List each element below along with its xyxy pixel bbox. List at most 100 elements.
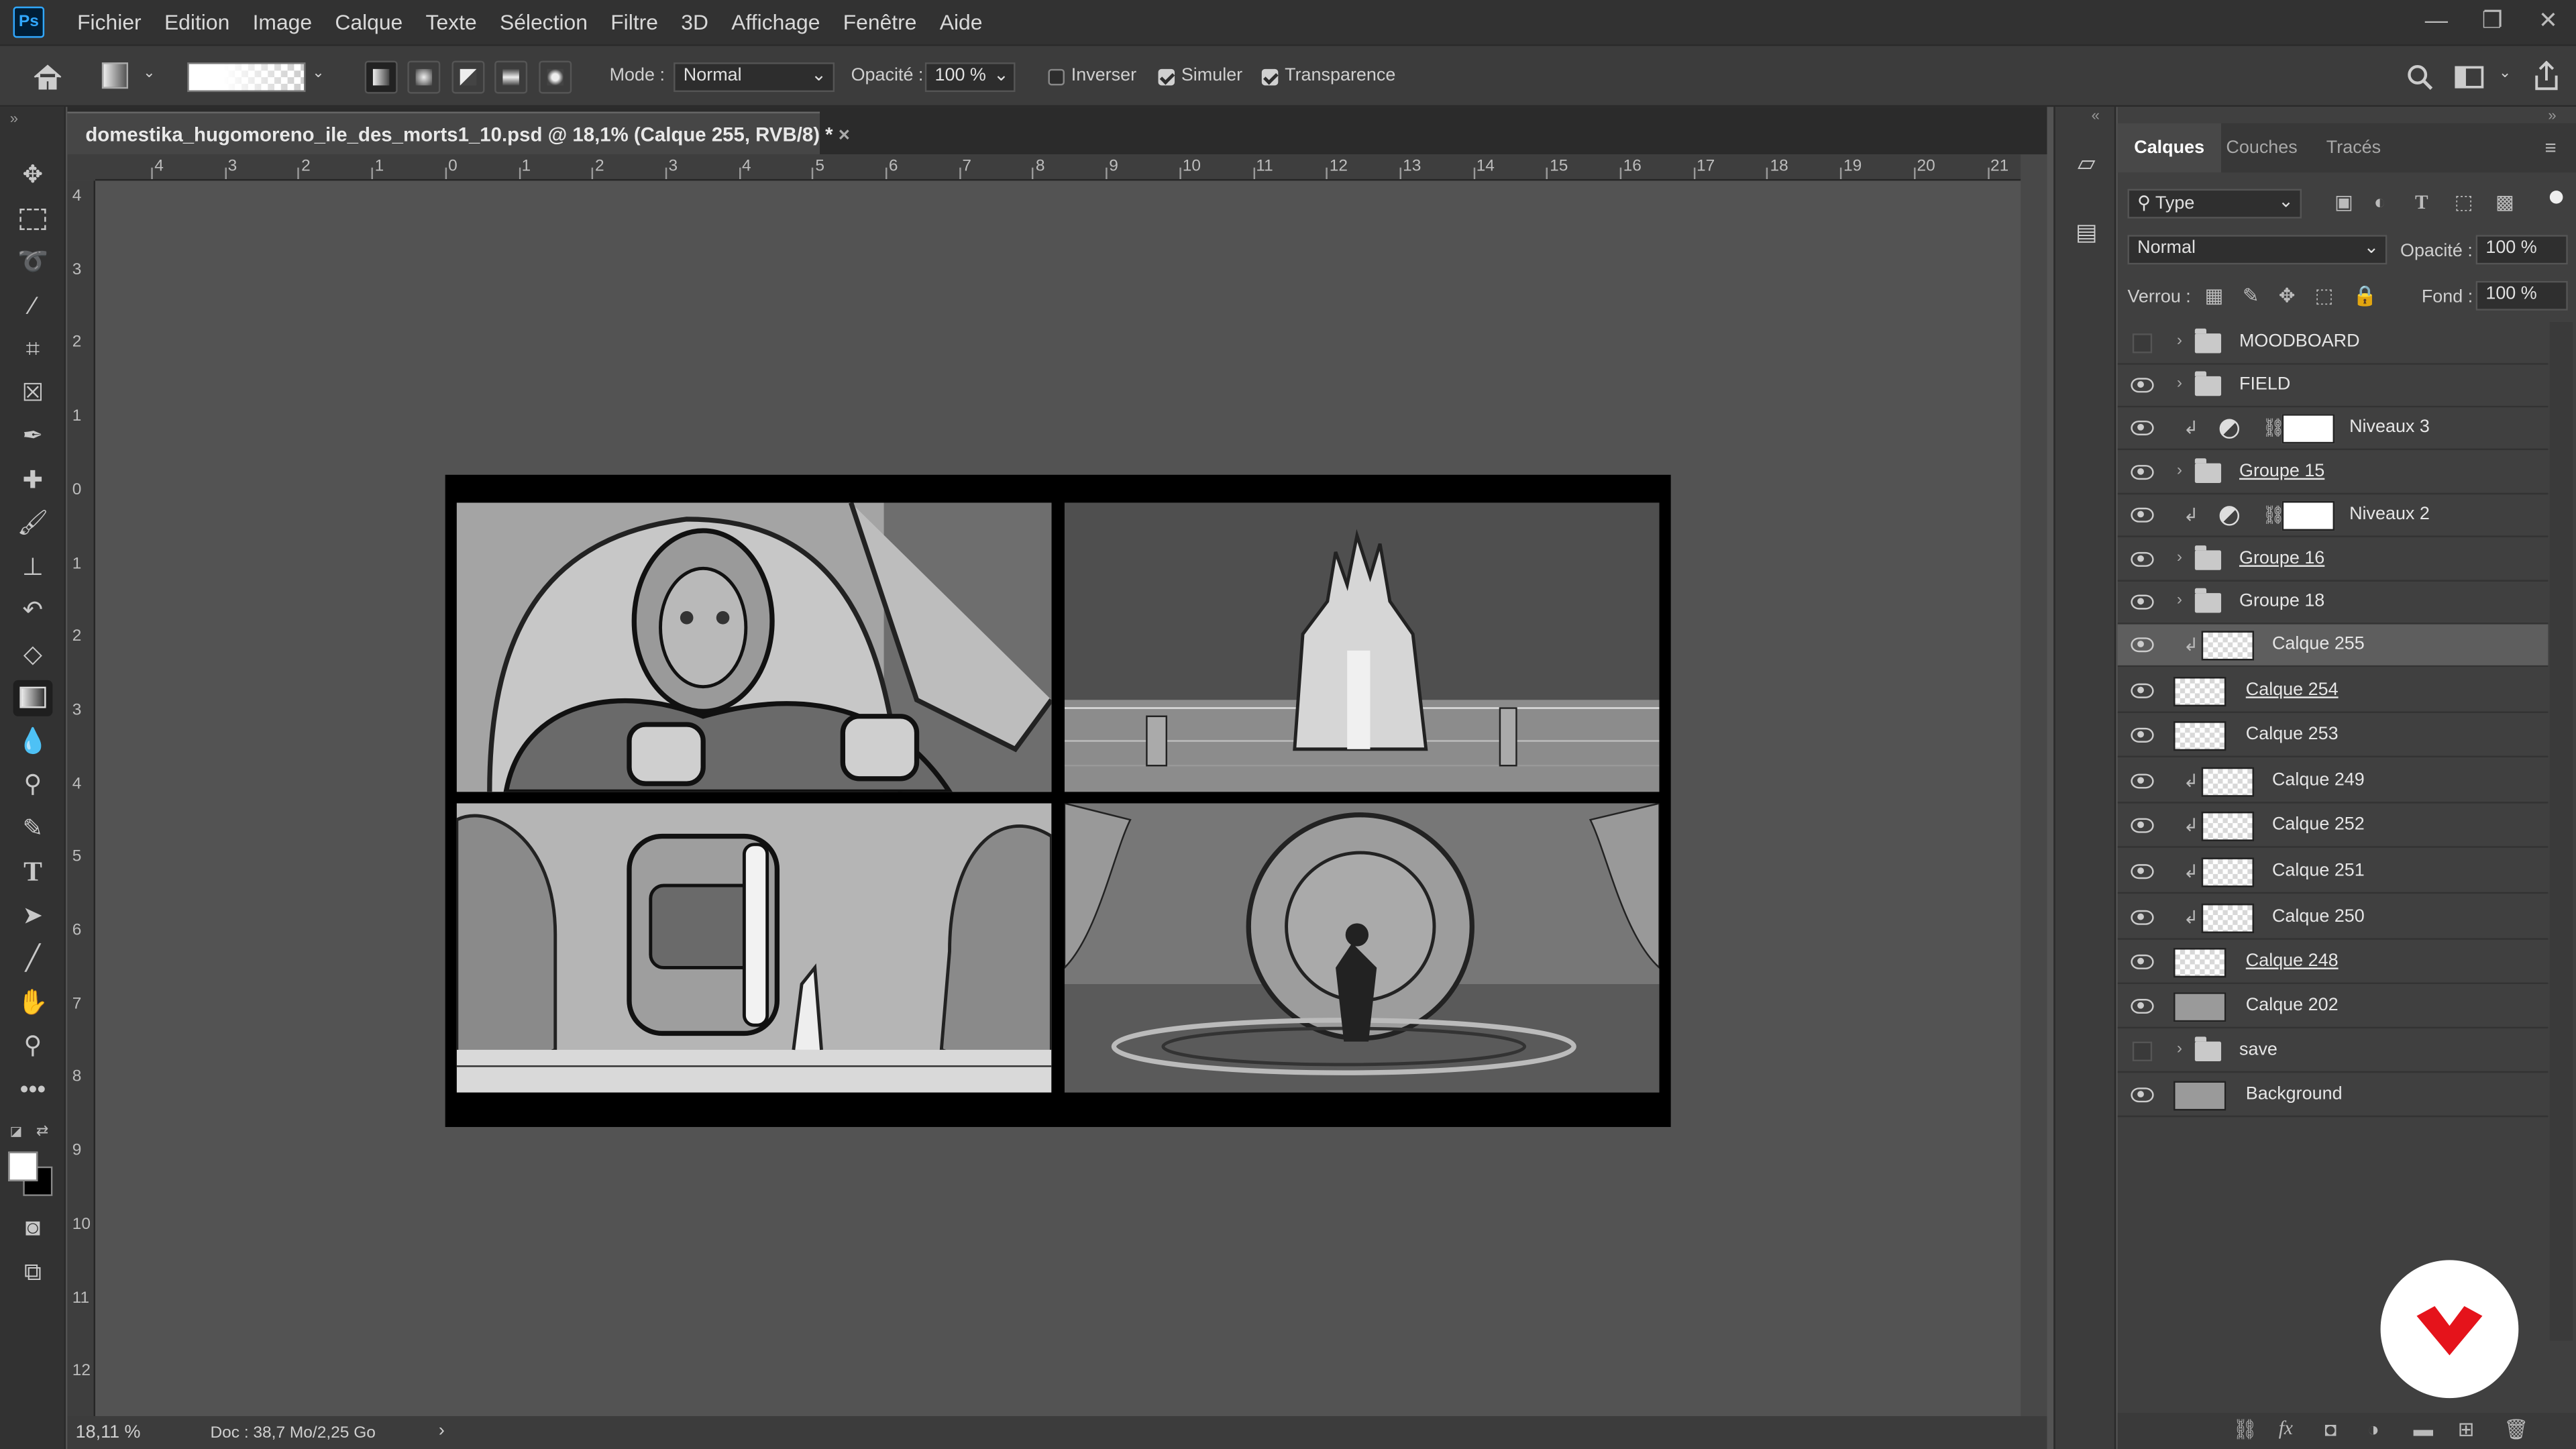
layer-row[interactable]: ↲ Calque 252	[2117, 805, 2548, 848]
layer-opacity-field[interactable]: 100 %	[2475, 235, 2568, 265]
search-icon[interactable]	[2407, 64, 2433, 91]
eye-icon[interactable]	[2131, 727, 2154, 743]
layer-name[interactable]: Groupe 15	[2239, 462, 2324, 481]
eye-icon[interactable]	[2131, 910, 2154, 925]
layer-row[interactable]: ↲ Calque 251	[2117, 851, 2548, 894]
healing-brush-tool-icon[interactable]: ✚	[13, 464, 53, 500]
menu-selection[interactable]: Sélection	[488, 0, 599, 44]
swap-colors-icon[interactable]: ⇄	[36, 1122, 48, 1140]
quick-mask-icon[interactable]: ◙	[13, 1211, 53, 1247]
crop-tool-icon[interactable]: ⌗	[13, 332, 53, 368]
layer-name[interactable]: Background	[2246, 1084, 2343, 1104]
reflected-gradient-button[interactable]	[494, 60, 528, 94]
eye-icon[interactable]	[2131, 998, 2154, 1014]
chevron-down-icon[interactable]: ⌄	[143, 64, 155, 83]
layer-row[interactable]: Background	[2117, 1075, 2548, 1118]
new-layer-icon[interactable]: ⊞	[2458, 1417, 2475, 1440]
filter-adjustment-icon[interactable]: ◐	[2374, 191, 2386, 213]
angle-gradient-button[interactable]	[451, 60, 485, 94]
lock-all-icon[interactable]: 🔒	[2353, 284, 2377, 307]
menu-edition[interactable]: Edition	[153, 0, 241, 44]
layer-name[interactable]: save	[2239, 1040, 2277, 1059]
type-tool-icon[interactable]: T	[13, 854, 53, 890]
layer-row[interactable]: Calque 248	[2117, 941, 2548, 984]
menu-filtre[interactable]: Filtre	[599, 0, 669, 44]
pen-tool-icon[interactable]: ✎	[13, 812, 53, 848]
history-panel-icon[interactable]: ⏥	[2072, 150, 2101, 179]
chevron-right-icon[interactable]: ›	[2177, 332, 2182, 350]
lock-position-icon[interactable]: ✥	[2279, 284, 2296, 307]
eyedropper-tool-icon[interactable]: ✒	[13, 419, 53, 455]
layer-name[interactable]: Calque 248	[2246, 951, 2339, 971]
mode-select[interactable]: Normal ⌄	[674, 62, 835, 93]
layer-name[interactable]: MOODBOARD	[2239, 332, 2360, 352]
add-mask-icon[interactable]: ◘	[2324, 1417, 2337, 1440]
eye-icon[interactable]	[2131, 773, 2154, 789]
menu-3d[interactable]: 3D	[669, 0, 720, 44]
opacity-field[interactable]: 100 % ⌄	[924, 62, 1016, 93]
lock-pixels-icon[interactable]: ✎	[2243, 284, 2259, 307]
gradient-preview[interactable]	[187, 62, 306, 93]
layer-name[interactable]: Niveaux 3	[2349, 417, 2430, 437]
visibility-toggle[interactable]	[2132, 1041, 2153, 1062]
layer-name[interactable]: Calque 202	[2246, 996, 2339, 1015]
brush-tool-icon[interactable]: 🖌	[13, 506, 53, 542]
magic-wand-tool-icon[interactable]: ⁄	[13, 289, 53, 325]
close-window-icon[interactable]: ✕	[2520, 0, 2576, 44]
eye-icon[interactable]	[2131, 818, 2154, 833]
layer-name[interactable]: Groupe 18	[2239, 592, 2324, 611]
gradient-tool-icon[interactable]	[13, 680, 53, 716]
menu-calque[interactable]: Calque	[323, 0, 414, 44]
hand-tool-icon[interactable]: ✋	[13, 985, 53, 1022]
tab-traces[interactable]: Tracés	[2326, 123, 2381, 172]
layer-row[interactable]: ↲ Calque 250	[2117, 897, 2548, 940]
layer-name[interactable]: Calque 252	[2272, 815, 2365, 835]
linear-gradient-button[interactable]	[364, 60, 398, 94]
restore-icon[interactable]: ❐	[2464, 0, 2520, 44]
layer-row[interactable]: ↲ ⛓ Niveaux 3	[2117, 407, 2548, 451]
collapse-icon[interactable]: »	[10, 110, 18, 126]
chevron-right-icon[interactable]: ›	[2177, 1040, 2182, 1058]
zoom-level[interactable]: 18,11 %	[76, 1423, 141, 1442]
filter-type-icon[interactable]: T	[2415, 191, 2428, 215]
stamp-tool-icon[interactable]: ⊥	[13, 550, 53, 586]
menu-affichage[interactable]: Affichage	[720, 0, 831, 44]
filter-toggle[interactable]	[2549, 191, 2563, 204]
eye-icon[interactable]	[2131, 1087, 2154, 1103]
layer-row[interactable]: › Groupe 15	[2117, 451, 2548, 495]
gradient-tool-preset-icon[interactable]	[101, 62, 129, 89]
layer-name[interactable]: Niveaux 2	[2349, 504, 2430, 524]
storyboard-image[interactable]	[445, 474, 1671, 1128]
dodge-tool-icon[interactable]: ⚲	[13, 767, 53, 804]
layer-name[interactable]: Calque 249	[2272, 771, 2365, 790]
status-menu-arrow[interactable]: ›	[439, 1421, 445, 1440]
layer-row[interactable]: Calque 253	[2117, 714, 2548, 757]
eraser-tool-icon[interactable]: ◇	[13, 637, 53, 674]
layer-row[interactable]: › Groupe 18	[2117, 582, 2548, 625]
adjustments-panel-icon[interactable]: ▤	[2072, 219, 2101, 248]
chevron-down-icon[interactable]: ⌄	[2499, 64, 2511, 83]
close-tab-icon[interactable]: ×	[839, 123, 850, 146]
collapse-icon[interactable]: «	[2092, 107, 2100, 123]
visibility-toggle[interactable]	[2132, 333, 2153, 354]
eye-icon[interactable]	[2131, 683, 2154, 698]
layer-mask-thumbnail[interactable]	[2282, 500, 2335, 531]
line-tool-icon[interactable]: ╱	[13, 941, 53, 977]
blend-mode-select[interactable]: Normal ⌄	[2127, 235, 2387, 265]
layer-row[interactable]: › Groupe 16	[2117, 539, 2548, 582]
blur-tool-icon[interactable]: 💧	[13, 724, 53, 761]
filter-pixel-icon[interactable]: ▣	[2334, 191, 2353, 213]
marquee-tool-icon[interactable]	[13, 202, 53, 238]
home-icon[interactable]	[33, 64, 62, 91]
collapse-icon[interactable]: »	[2548, 107, 2556, 123]
diamond-gradient-button[interactable]	[539, 60, 572, 94]
move-tool-icon[interactable]: ✥	[13, 158, 53, 194]
lasso-tool-icon[interactable]: ➰	[13, 245, 53, 281]
layer-row[interactable]: › MOODBOARD	[2117, 322, 2548, 365]
layer-name[interactable]: Calque 254	[2246, 680, 2339, 700]
frame-tool-icon[interactable]: ☒	[13, 376, 53, 413]
share-icon[interactable]	[2533, 60, 2559, 91]
menu-fichier[interactable]: Fichier	[66, 0, 153, 44]
more-tools-icon[interactable]: •••	[13, 1073, 53, 1109]
eye-icon[interactable]	[2131, 864, 2154, 879]
